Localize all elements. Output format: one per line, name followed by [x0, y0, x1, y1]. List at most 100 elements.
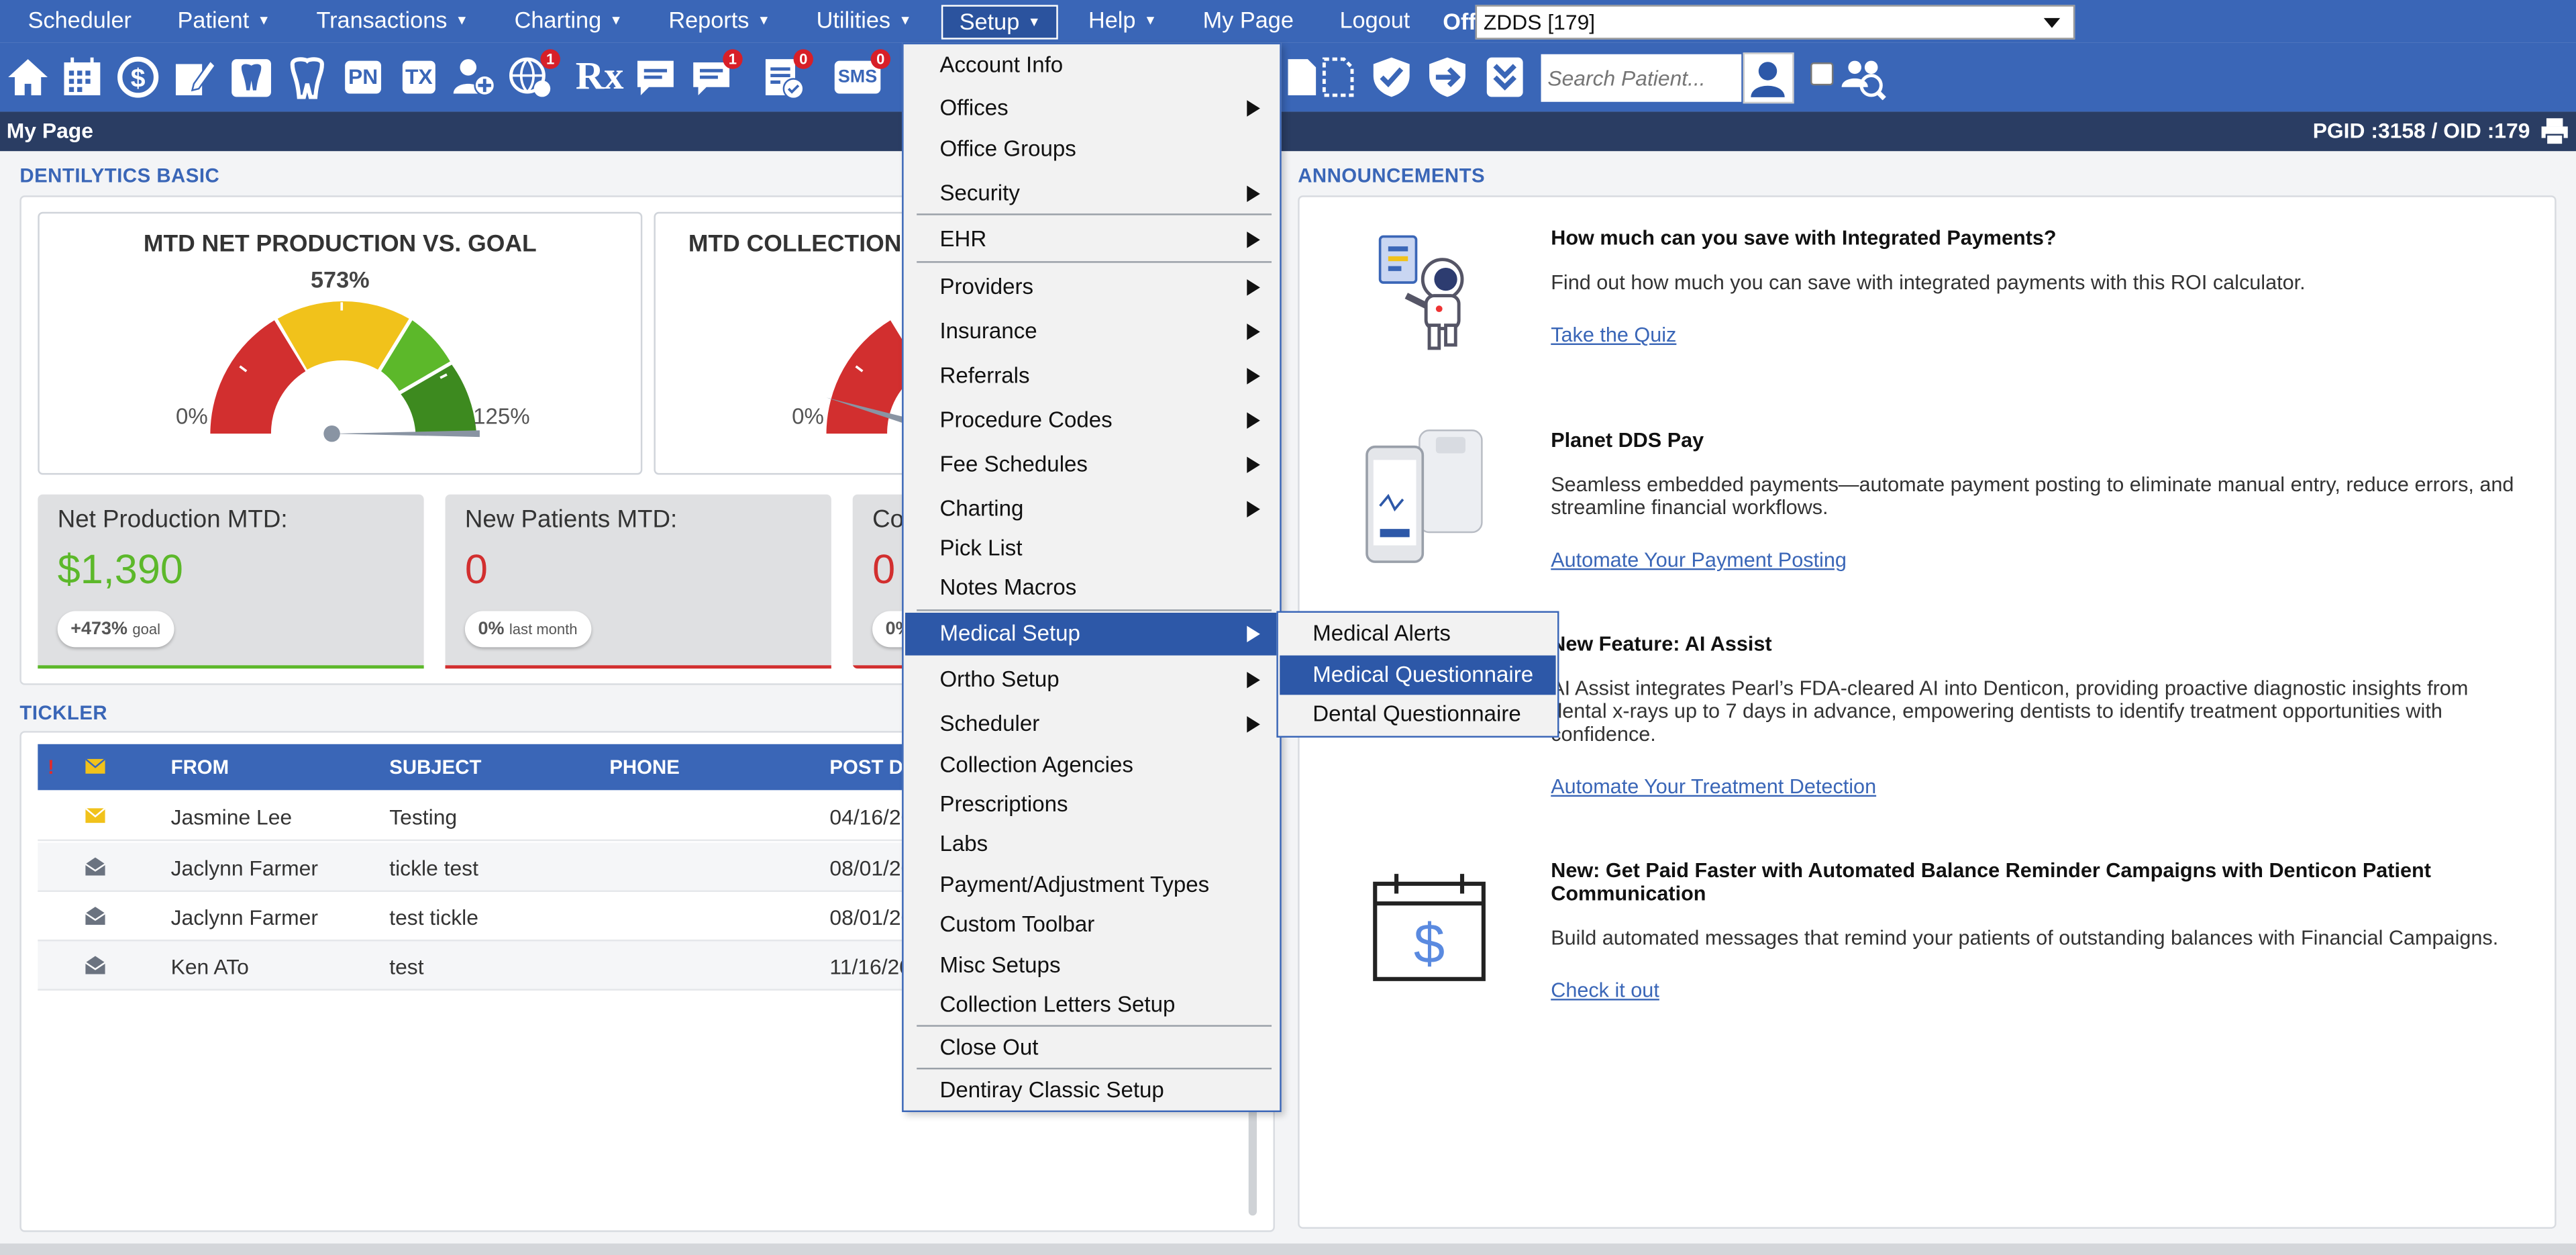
menu-item-dentiray-classic-setup[interactable]: Dentiray Classic Setup — [905, 1072, 1276, 1109]
shield-arrow-icon[interactable] — [1425, 52, 1471, 101]
check-it-out-link[interactable]: Check it out — [1551, 979, 2528, 1002]
caret-down-icon: ▼ — [609, 13, 623, 28]
menu-item-collection-agencies[interactable]: Collection Agencies — [905, 748, 1276, 784]
subject-cell: tickle test — [389, 856, 478, 881]
post-date-column-header[interactable]: POST D — [829, 756, 903, 779]
shield-check-icon[interactable] — [1368, 52, 1414, 101]
search-patient-input[interactable] — [1541, 54, 1742, 102]
menu-item-misc-setups[interactable]: Misc Setups — [905, 948, 1276, 984]
menu-item-label: Providers — [939, 274, 1034, 299]
menu-item-prescriptions[interactable]: Prescriptions — [905, 787, 1276, 823]
take-the-quiz-link[interactable]: Take the Quiz — [1551, 323, 2528, 346]
automate-treatment-detection-link[interactable]: Automate Your Treatment Detection — [1551, 775, 2528, 798]
chevrons-down-icon[interactable] — [1482, 52, 1528, 101]
menu-item-close-out[interactable]: Close Out — [905, 1030, 1276, 1066]
tooth-icon[interactable] — [285, 52, 331, 101]
menu-item-pick-list[interactable]: Pick List — [905, 531, 1276, 567]
menu-item-scheduler[interactable]: Scheduler — [905, 706, 1276, 742]
announcement-item: How much can you save with Integrated Pa… — [1551, 227, 2528, 347]
menu-item-procedure-codes[interactable]: Procedure Codes — [905, 403, 1276, 439]
announcement-item: New: Get Paid Faster with Automated Bala… — [1551, 859, 2528, 1002]
menu-logout[interactable]: Logout — [1317, 0, 1433, 43]
menu-item-ehr[interactable]: EHR — [905, 221, 1276, 258]
menu-item-custom-toolbar[interactable]: Custom Toolbar — [905, 907, 1276, 943]
menu-item-providers[interactable]: Providers — [905, 269, 1276, 305]
globe-patients-icon[interactable]: 1 — [508, 49, 560, 101]
add-patient-icon[interactable] — [450, 52, 497, 101]
menu-item-charting[interactable]: Charting — [905, 491, 1276, 528]
menu-item-insurance[interactable]: Insurance — [905, 313, 1276, 350]
phone-column-header[interactable]: PHONE — [609, 756, 680, 779]
menu-separator — [917, 1025, 1272, 1027]
stat-comparison-pill: +473% goal — [57, 611, 174, 648]
prescription-icon[interactable]: Rx — [576, 52, 624, 101]
task-list-icon[interactable]: 0 — [761, 49, 813, 101]
menu-item-referrals[interactable]: Referrals — [905, 358, 1276, 395]
announcement-title: Planet DDS Pay — [1551, 428, 1704, 452]
blank-document-icon[interactable] — [1315, 52, 1361, 101]
calendar-dollar-illustration-icon: $ — [1373, 874, 1486, 981]
treatment-plan-icon[interactable]: TX — [395, 52, 444, 101]
menu-item-security[interactable]: Security — [905, 176, 1276, 212]
announcement-item: New Feature: AI Assist AI Assist integra… — [1551, 632, 2528, 798]
menu-item-payment-adjustment-types[interactable]: Payment/Adjustment Types — [905, 867, 1276, 903]
menu-transactions[interactable]: Transactions ▼ — [293, 0, 491, 43]
page-ids: PGID :3158 / OID :179 — [2312, 118, 2530, 143]
envelope-header-icon[interactable] — [85, 758, 105, 774]
submenu-arrow-icon — [1247, 185, 1260, 203]
setup-dropdown-menu: Account Info Offices Office Groups Secur… — [902, 42, 1282, 1113]
menu-transactions-label: Transactions — [316, 6, 448, 33]
menu-charting[interactable]: Charting ▼ — [491, 0, 646, 43]
menu-item-collection-letters-setup[interactable]: Collection Letters Setup — [905, 987, 1276, 1023]
subject-column-header[interactable]: SUBJECT — [389, 756, 481, 779]
menu-item-label: Offices — [939, 95, 1009, 120]
announcement-title: New: Get Paid Faster with Automated Bala… — [1551, 859, 2431, 905]
progress-notes-icon[interactable]: PN — [338, 52, 387, 101]
patient-search-button[interactable] — [1743, 52, 1794, 104]
from-column-header[interactable]: FROM — [171, 756, 229, 779]
menu-item-office-groups[interactable]: Office Groups — [905, 132, 1276, 168]
menu-setup-label: Setup — [959, 7, 1020, 34]
print-icon[interactable] — [2540, 117, 2569, 146]
family-search-icon[interactable] — [1840, 52, 1886, 101]
menu-utilities[interactable]: Utilities ▼ — [793, 0, 935, 43]
menu-utilities-label: Utilities — [816, 6, 891, 33]
chat-messages-icon[interactable]: 1 — [690, 49, 743, 101]
menu-item-medical-setup[interactable]: Medical Setup — [905, 612, 1277, 656]
stat-value: $1,390 — [57, 547, 183, 593]
submenu-item-medical-questionnaire[interactable]: Medical Questionnaire — [1280, 655, 1556, 695]
menu-item-label: EHR — [939, 226, 987, 252]
calendar-icon[interactable] — [59, 52, 105, 101]
menu-scheduler[interactable]: Scheduler — [5, 0, 154, 43]
menu-help[interactable]: Help ▼ — [1066, 0, 1180, 43]
dollar-transactions-icon[interactable]: $ — [115, 52, 161, 101]
menu-patient[interactable]: Patient ▼ — [154, 0, 293, 43]
menu-my-page[interactable]: My Page — [1180, 0, 1317, 43]
caret-down-icon: ▼ — [1027, 13, 1041, 29]
flag-column-header[interactable]: ! — [48, 756, 54, 779]
automate-payment-posting-link[interactable]: Automate Your Payment Posting — [1551, 549, 2528, 572]
menu-reports[interactable]: Reports ▼ — [646, 0, 793, 43]
edit-notes-icon[interactable] — [171, 52, 217, 101]
tooth-chart-icon[interactable] — [228, 52, 274, 101]
main-menubar: Scheduler Patient ▼ Transactions ▼ Chartin… — [0, 0, 2576, 43]
submenu-item-dental-questionnaire[interactable]: Dental Questionnaire — [1280, 695, 1555, 734]
message-icon[interactable] — [633, 52, 679, 101]
home-icon[interactable] — [5, 52, 51, 101]
menu-item-labs[interactable]: Labs — [905, 826, 1276, 862]
sms-icon[interactable]: SMS 0 — [831, 49, 891, 101]
menu-help-label: Help — [1088, 6, 1136, 33]
menu-item-account-info[interactable]: Account Info — [905, 48, 1276, 84]
toolbar-checkbox[interactable] — [1810, 62, 1834, 86]
gauge-min-label: 0% — [175, 404, 208, 429]
gauge-arc — [210, 301, 480, 442]
menu-item-notes-macros[interactable]: Notes Macros — [905, 570, 1276, 606]
menu-item-ortho-setup[interactable]: Ortho Setup — [905, 662, 1276, 698]
menu-item-label: Ortho Setup — [939, 666, 1060, 692]
submenu-arrow-icon — [1247, 501, 1260, 518]
menu-item-fee-schedules[interactable]: Fee Schedules — [905, 447, 1276, 483]
submenu-item-medical-alerts[interactable]: Medical Alerts — [1280, 614, 1555, 654]
menu-item-offices[interactable]: Offices — [905, 91, 1276, 127]
menu-setup[interactable]: Setup ▼ — [941, 4, 1059, 39]
office-select[interactable]: ZDDS [179] — [1475, 5, 2075, 40]
